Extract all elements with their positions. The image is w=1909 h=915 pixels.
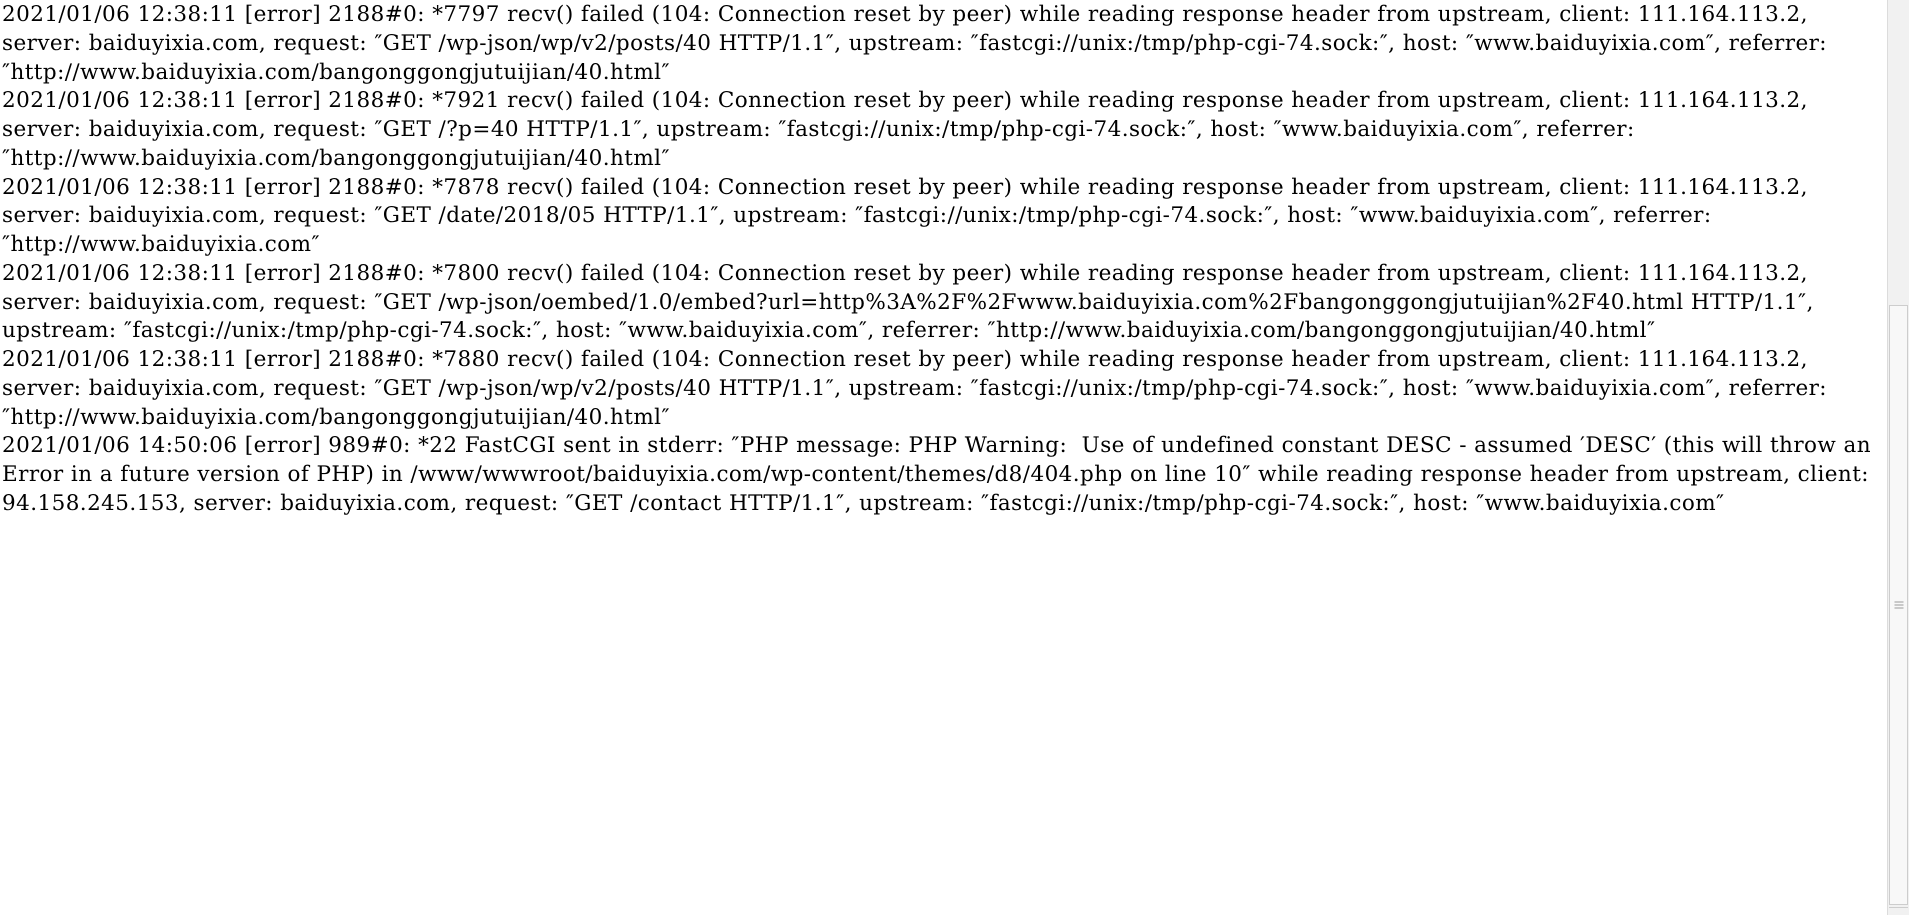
log-entry: 2021/01/06 12:38:11 [error] 2188#0: *792… [2,88,1816,171]
log-entry: 2021/01/06 12:38:11 [error] 2188#0: *780… [2,260,1822,344]
log-entry: 2021/01/06 12:38:11 [error] 2188#0: *788… [2,347,1835,430]
log-entry: 2021/01/06 12:38:11 [error] 2188#0: *779… [2,2,1835,85]
scrollbar-thumb[interactable] [1889,305,1908,905]
scrollbar-bottom-edge[interactable] [1889,907,1908,915]
scrollbar-page-up-region[interactable] [1888,0,1909,304]
vertical-scrollbar-track[interactable] [1887,0,1909,915]
scrollbar-grip-icon [1894,601,1903,609]
log-entry: 2021/01/06 14:50:06 [error] 989#0: *22 F… [2,433,1879,516]
log-viewport[interactable]: 2021/01/06 12:38:11 [error] 2188#0: *779… [0,0,1887,915]
log-entry: 2021/01/06 12:38:11 [error] 2188#0: *787… [2,174,1816,258]
log-page: 2021/01/06 12:38:11 [error] 2188#0: *779… [0,0,1909,915]
log-text-block: 2021/01/06 12:38:11 [error] 2188#0: *779… [0,0,1887,519]
